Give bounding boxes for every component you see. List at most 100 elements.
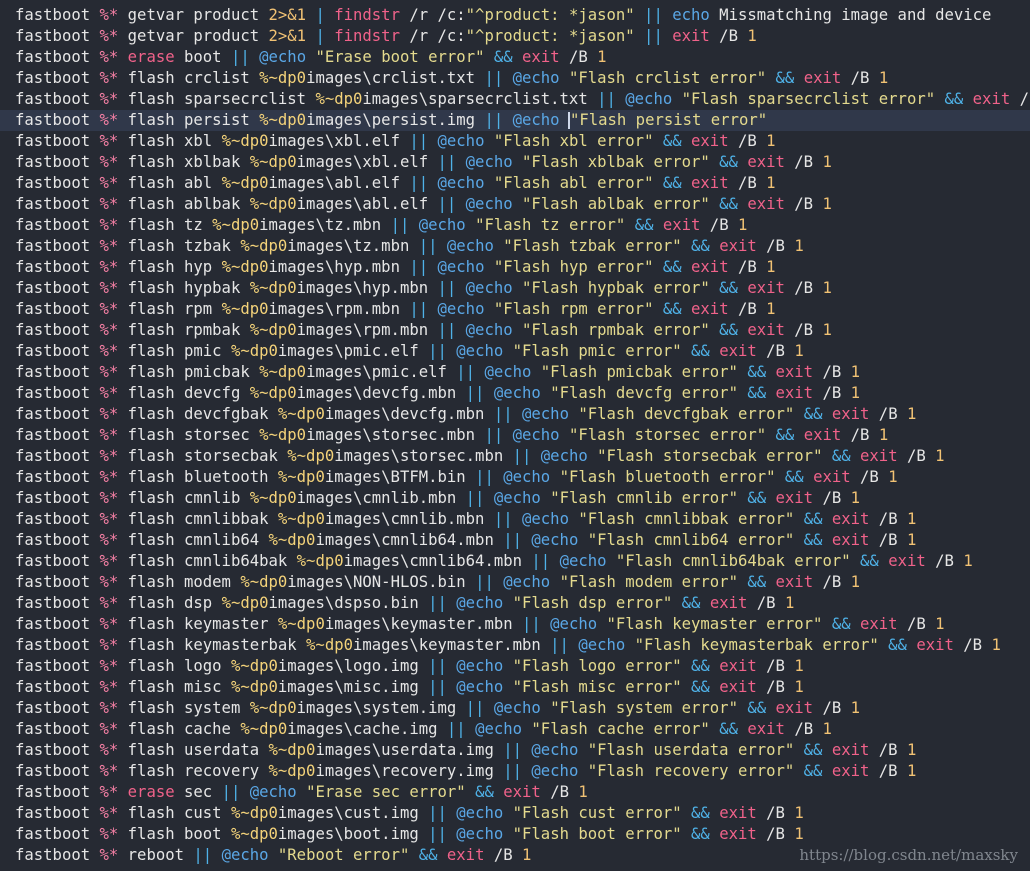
code-line[interactable]: fastboot %* flash storsec %~dp0images\st… <box>0 425 1030 446</box>
code-line[interactable]: fastboot %* flash system %~dp0images\sys… <box>0 698 1030 719</box>
code-line[interactable]: fastboot %* flash tzbak %~dp0images\tz.m… <box>0 236 1030 257</box>
code-line[interactable]: fastboot %* flash crclist %~dp0images\cr… <box>0 68 1030 89</box>
code-line[interactable]: fastboot %* flash recovery %~dp0images\r… <box>0 761 1030 782</box>
code-token: && <box>719 195 738 213</box>
code-line[interactable]: fastboot %* flash cmnlibbak %~dp0images\… <box>0 509 1030 530</box>
code-line[interactable]: fastboot %* flash modem %~dp0images\NON-… <box>0 572 1030 593</box>
code-token: flash crclist <box>118 69 260 87</box>
code-token: "Flash keymasterbak error" <box>634 636 879 654</box>
code-line[interactable]: fastboot %* flash pmic %~dp0images\pmic.… <box>0 341 1030 362</box>
code-token: /B <box>700 216 738 234</box>
code-token: erase <box>127 783 175 801</box>
code-token: /B <box>484 846 523 864</box>
code-line[interactable]: fastboot %* getvar product 2>&1 | findst… <box>0 5 1030 26</box>
code-line[interactable]: fastboot %* flash pmicbak %~dp0images\pm… <box>0 362 1030 383</box>
code-token: @echo <box>550 615 598 633</box>
code-line[interactable]: fastboot %* flash keymaster %~dp0images\… <box>0 614 1030 635</box>
code-line[interactable]: fastboot %* flash cmnlib %~dp0images\cmn… <box>0 488 1030 509</box>
code-line[interactable]: fastboot %* erase boot || @echo "Erase b… <box>0 47 1030 68</box>
code-token: images\persist.img <box>306 111 485 129</box>
code-token: @echo <box>531 531 579 549</box>
code-line[interactable]: fastboot %* flash userdata %~dp0images\u… <box>0 740 1030 761</box>
code-token: flash cmnlib64bak <box>118 552 297 570</box>
code-token: || <box>437 279 457 297</box>
code-token: images\userdata.img <box>315 741 504 759</box>
code-token: getvar product <box>118 6 269 24</box>
code-token: && <box>691 825 710 843</box>
code-line[interactable]: fastboot %* flash logo %~dp0images\logo.… <box>0 656 1030 677</box>
code-area[interactable]: fastboot %* getvar product 2>&1 | findst… <box>0 5 1030 866</box>
code-token: && <box>803 405 823 423</box>
code-token: && <box>719 153 738 171</box>
code-line[interactable]: fastboot %* flash storsecbak %~dp0images… <box>0 446 1030 467</box>
code-token: images\system.img <box>296 699 466 717</box>
code-line[interactable]: fastboot %* flash hypbak %~dp0images\hyp… <box>0 278 1030 299</box>
code-token: %~dp0 <box>221 258 269 276</box>
code-line[interactable]: fastboot %* flash rpmbak %~dp0images\rpm… <box>0 320 1030 341</box>
code-token: %* <box>99 678 119 696</box>
code-line[interactable]: fastboot %* flash xblbak %~dp0images\xbl… <box>0 152 1030 173</box>
code-line[interactable]: fastboot %* flash xbl %~dp0images\xbl.el… <box>0 131 1030 152</box>
code-token: && <box>691 804 710 822</box>
code-token: fastboot <box>15 69 100 87</box>
code-token: %~dp0 <box>230 804 278 822</box>
code-line[interactable]: fastboot %* flash dsp %~dp0images\dspso.… <box>0 593 1030 614</box>
code-line[interactable]: fastboot %* flash bluetooth %~dp0images\… <box>0 467 1030 488</box>
code-token: 1 <box>878 69 889 87</box>
code-token: @echo <box>437 174 485 192</box>
code-line[interactable]: fastboot %* flash persist %~dp0images\pe… <box>0 110 1030 131</box>
code-token: /B <box>953 636 992 654</box>
code-line[interactable]: fastboot %* flash sparsecrclist %~dp0ima… <box>0 89 1030 110</box>
code-line[interactable]: fastboot %* flash keymasterbak %~dp0imag… <box>0 635 1030 656</box>
code-line[interactable]: fastboot %* flash cmnlib64bak %~dp0image… <box>0 551 1030 572</box>
code-line[interactable]: fastboot %* flash cmnlib64 %~dp0images\c… <box>0 530 1030 551</box>
code-line[interactable]: fastboot %* flash hyp %~dp0images\hyp.mb… <box>0 257 1030 278</box>
code-line[interactable]: fastboot %* flash tz %~dp0images\tz.mbn … <box>0 215 1030 236</box>
code-token: fastboot <box>15 90 100 108</box>
code-line[interactable]: fastboot %* flash devcfgbak %~dp0images\… <box>0 404 1030 425</box>
code-token: %* <box>99 279 119 297</box>
code-token: exit <box>747 720 785 738</box>
code-token: fastboot <box>15 321 100 339</box>
code-token: %~dp0 <box>268 531 316 549</box>
code-line[interactable]: fastboot %* flash devcfg %~dp0images\dev… <box>0 383 1030 404</box>
code-line[interactable]: fastboot %* flash misc %~dp0images\misc.… <box>0 677 1030 698</box>
code-line[interactable]: fastboot %* flash rpm %~dp0images\rpm.mb… <box>0 299 1030 320</box>
code-line[interactable]: fastboot %* flash abl %~dp0images\abl.el… <box>0 173 1030 194</box>
code-token: fastboot <box>15 678 100 696</box>
code-line[interactable]: fastboot %* flash boot %~dp0images\boot.… <box>0 824 1030 845</box>
code-line[interactable]: fastboot %* erase sec || @echo "Erase se… <box>0 782 1030 803</box>
code-editor[interactable]: fastboot %* getvar product 2>&1 | findst… <box>0 0 1030 871</box>
code-token: "Flash tzbak error" <box>503 237 682 255</box>
code-token: images\NON-HLOS.bin <box>287 573 476 591</box>
code-line[interactable]: fastboot %* flash ablbak %~dp0images\abl… <box>0 194 1030 215</box>
code-token: && <box>831 447 851 465</box>
code-line[interactable]: fastboot %* flash cust %~dp0images\cust.… <box>0 803 1030 824</box>
code-token: @echo <box>559 552 607 570</box>
code-line[interactable]: fastboot %* getvar product 2>&1 | findst… <box>0 26 1030 47</box>
code-token: || <box>484 426 504 444</box>
code-line[interactable]: fastboot %* flash cache %~dp0images\cach… <box>0 719 1030 740</box>
code-token: @echo <box>437 300 485 318</box>
